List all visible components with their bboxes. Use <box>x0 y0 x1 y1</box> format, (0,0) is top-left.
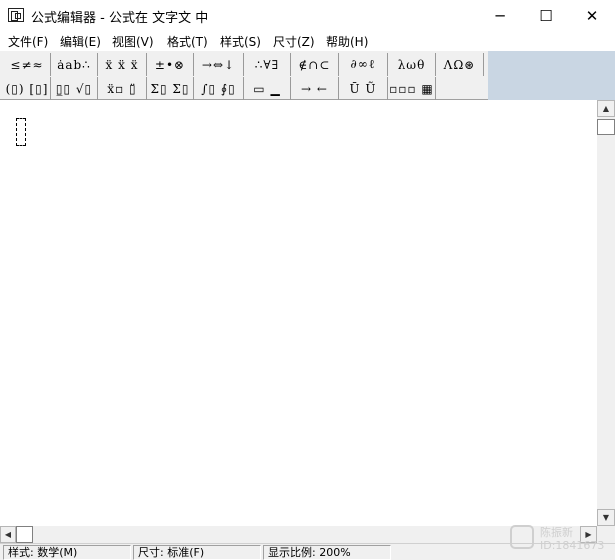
menu-format[interactable]: 格式(T) <box>167 33 208 50</box>
fence-templates-button[interactable]: (▯) [▯] <box>4 77 51 100</box>
watermark: 陈振新 ID:1841673 <box>510 522 610 556</box>
menu-view[interactable]: 视图(V) <box>112 33 154 50</box>
set-theory-palette-button[interactable]: ∉∩⊂ <box>291 53 339 76</box>
underbar-overbar-templates-button[interactable]: ▭ ▁ <box>244 77 291 100</box>
greek-lowercase-palette-button[interactable]: λωθ <box>388 53 436 76</box>
minimize-button[interactable]: ─ <box>477 0 523 31</box>
logic-palette-button[interactable]: ∴∀∃ <box>244 53 291 76</box>
menu-size[interactable]: 尺寸(Z) <box>273 33 315 50</box>
spaces-ellipses-palette-button[interactable]: ȧab∴ <box>51 53 98 76</box>
menu-style[interactable]: 样式(S) <box>220 33 261 50</box>
operators-palette-button[interactable]: ±•⊗ <box>147 53 194 76</box>
greek-uppercase-palette-button[interactable]: ΛΩ⊛ <box>436 53 484 76</box>
integral-templates-button[interactable]: ∫▯ ∮▯ <box>194 77 244 100</box>
scroll-up-button[interactable]: ▲ <box>597 100 615 117</box>
horizontal-scrollbar[interactable]: ◀ ▶ <box>0 526 597 543</box>
menu-file[interactable]: 文件(F) <box>8 33 48 50</box>
watermark-id: ID:1841673 <box>540 539 605 552</box>
horizontal-scroll-thumb[interactable] <box>16 526 33 543</box>
matrix-templates-button[interactable]: ▫▫▫ ▦ <box>388 77 436 100</box>
title-bar: 公式编辑器 - 公式在 文字文 中 ─ ☐ ✕ <box>0 0 615 31</box>
watermark-logo-icon <box>510 525 534 549</box>
menu-bar: 文件(F) 编辑(E) 视图(V) 格式(T) 样式(S) 尺寸(Z) 帮助(H… <box>0 31 615 51</box>
subscript-superscript-templates-button[interactable]: ẍ▫ ▯̈ <box>98 77 147 100</box>
symbol-palette: ≤≠≈ ȧab∴ ẍ ẍ ẍ ±•⊗ →⇔↓ ∴∀∃ ∉∩⊂ ∂∞ℓ λωθ Λ… <box>0 51 488 100</box>
status-style: 样式: 数学(M) <box>3 545 131 560</box>
app-icon <box>8 8 24 22</box>
summation-templates-button[interactable]: Σ▯ Σ▯ <box>147 77 194 100</box>
vertical-scroll-thumb[interactable] <box>597 119 615 135</box>
products-set-theory-templates-button[interactable]: Ū Ũ <box>339 77 388 100</box>
embellishments-palette-button[interactable]: ẍ ẍ ẍ <box>98 53 147 76</box>
relations-palette-button[interactable]: ≤≠≈ <box>4 53 51 76</box>
watermark-name: 陈振新 <box>540 526 573 539</box>
window-title: 公式编辑器 - 公式在 文字文 中 <box>31 11 209 26</box>
scroll-left-button[interactable]: ◀ <box>0 526 16 543</box>
misc-symbols-palette-button[interactable]: ∂∞ℓ <box>339 53 388 76</box>
menu-help[interactable]: 帮助(H) <box>326 33 368 50</box>
status-size: 尺寸: 标准(F) <box>133 545 261 560</box>
menu-edit[interactable]: 编辑(E) <box>60 33 101 50</box>
vertical-scrollbar[interactable]: ▲ ▼ <box>597 100 615 526</box>
fraction-radical-templates-button[interactable]: ▯̲▯ √▯ <box>51 77 98 100</box>
status-zoom: 显示比例: 200% <box>263 545 391 560</box>
empty-slot-placeholder[interactable] <box>16 118 26 146</box>
arrows-palette-button[interactable]: →⇔↓ <box>194 53 244 76</box>
equation-editing-area[interactable] <box>0 100 597 526</box>
maximize-button[interactable]: ☐ <box>523 0 569 31</box>
labeled-arrow-templates-button[interactable]: → ← <box>291 77 339 100</box>
close-button[interactable]: ✕ <box>569 0 615 31</box>
